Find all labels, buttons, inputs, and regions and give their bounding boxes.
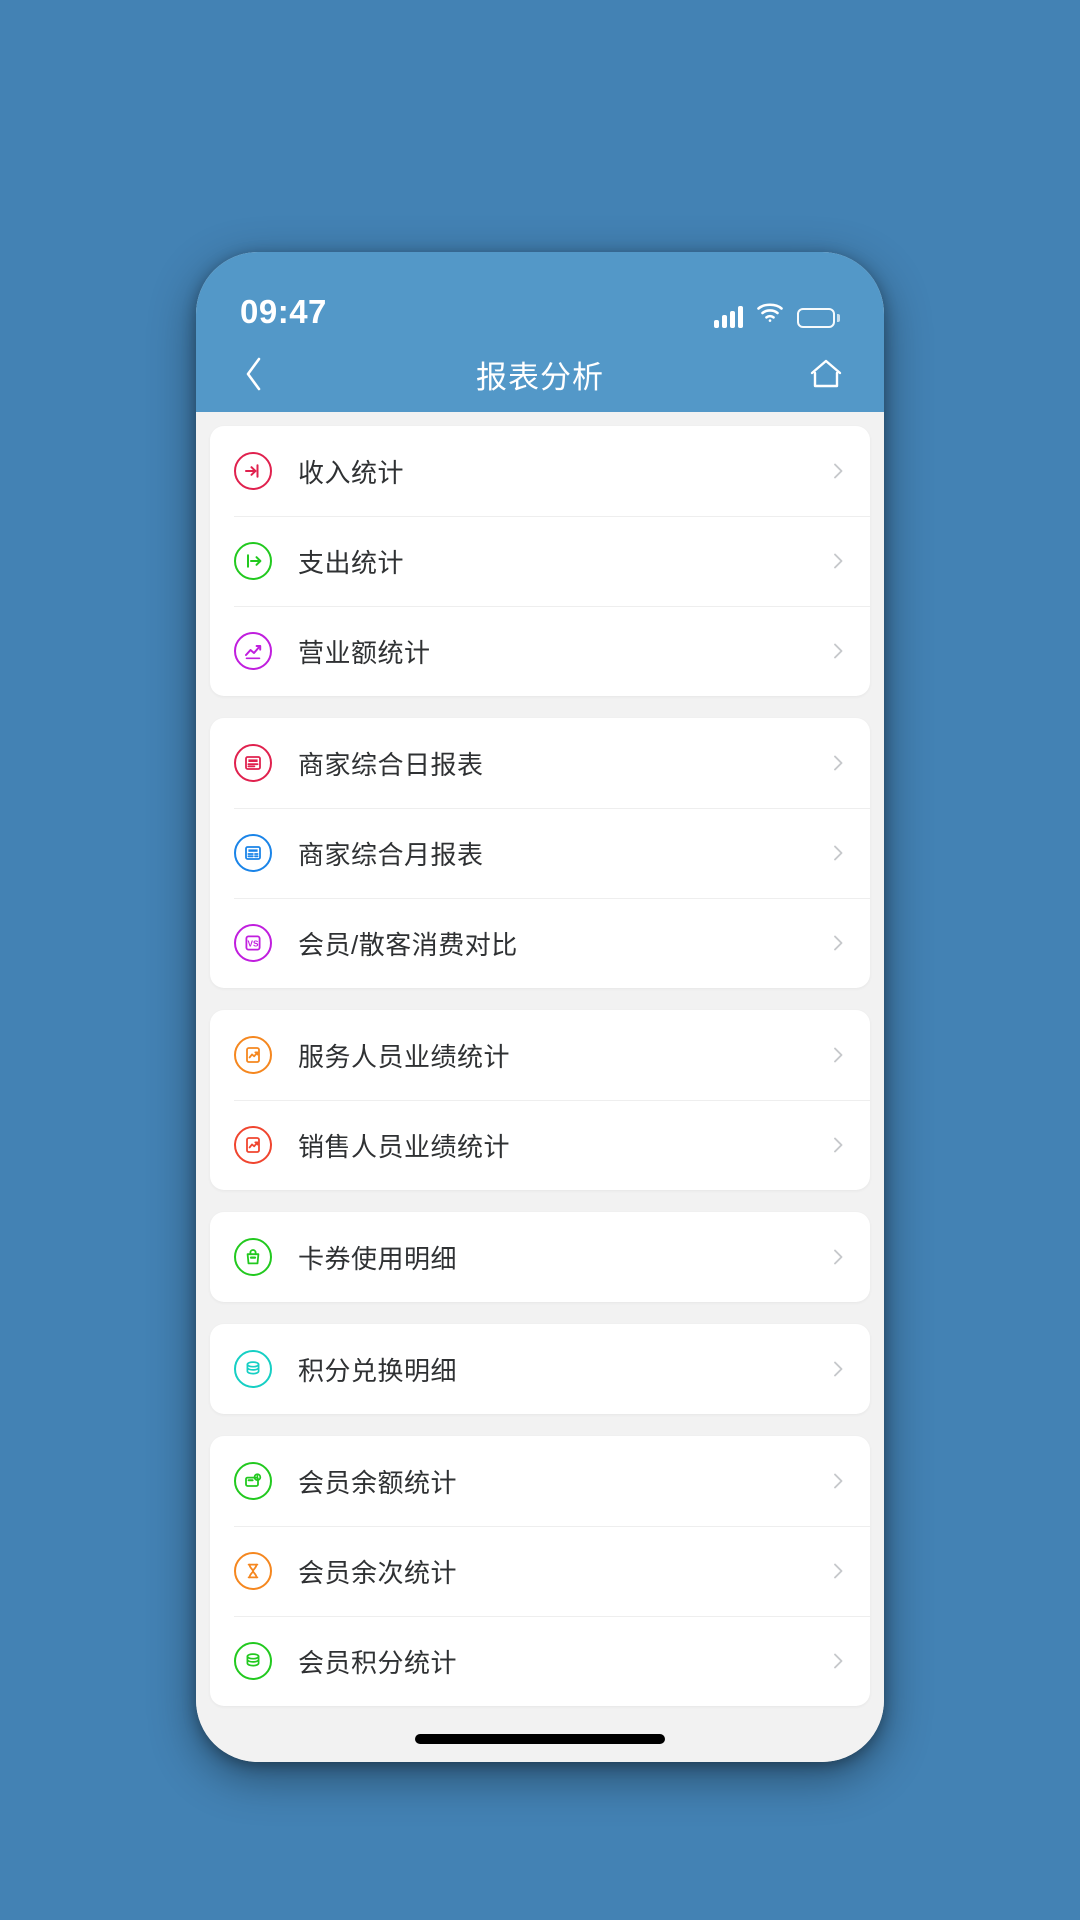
report-card-group: 商家综合日报表 商家综合月报表 VS 会员/散客消费对比 [210, 718, 870, 988]
report-list-item[interactable]: 销售人员业绩统计 [210, 1100, 870, 1190]
member-points-coins-icon [234, 1642, 272, 1680]
member-times-hourglass-icon [234, 1552, 272, 1590]
report-list-item[interactable]: 营业额统计 [210, 606, 870, 696]
report-list-item-label: 销售人员业绩统计 [298, 1131, 511, 1162]
chevron-right-icon [828, 461, 848, 481]
chevron-right-icon [828, 1471, 848, 1491]
chevron-right-icon [828, 551, 848, 571]
report-list-item-label: 营业额统计 [298, 637, 431, 668]
chevron-right-icon [828, 1247, 848, 1267]
report-list-item-label: 会员余次统计 [298, 1557, 458, 1588]
signal-bars-icon [714, 306, 743, 328]
home-button[interactable] [802, 350, 850, 398]
coupon-bag-icon [234, 1238, 272, 1276]
report-list-item-label: 服务人员业绩统计 [298, 1041, 511, 1072]
chevron-right-icon [828, 1045, 848, 1065]
vs-compare-icon: VS [234, 924, 272, 962]
report-list-item[interactable]: 卡券使用明细 [210, 1212, 870, 1302]
monthly-report-icon [234, 834, 272, 872]
report-card-group: 服务人员业绩统计 销售人员业绩统计 [210, 1010, 870, 1190]
phone-frame: 09:47 报表分析 收入统计 支出统计 营业额统计 商家综合日报表 商家综合月… [196, 252, 884, 1762]
member-balance-wallet-icon [234, 1462, 272, 1500]
report-card-group: 收入统计支出统计营业额统计 [210, 426, 870, 696]
service-performance-icon [234, 1036, 272, 1074]
report-list-item[interactable]: 会员积分统计 [210, 1616, 870, 1706]
nav-bar: 报表分析 [196, 336, 884, 412]
report-list-item-label: 会员/散客消费对比 [298, 929, 518, 960]
income-arrow-in-icon [234, 452, 272, 490]
report-list[interactable]: 收入统计 支出统计 营业额统计 商家综合日报表 商家综合月报表 VS 会员/散客消费对比 服务… [196, 412, 884, 1762]
sales-performance-icon [234, 1126, 272, 1164]
chevron-right-icon [828, 1651, 848, 1671]
chevron-left-icon [246, 357, 261, 391]
report-list-item[interactable]: 商家综合日报表 [210, 718, 870, 808]
chevron-right-icon [828, 1135, 848, 1155]
chevron-right-icon [828, 933, 848, 953]
report-list-item[interactable]: 会员余额统计 [210, 1436, 870, 1526]
report-list-item-label: 收入统计 [298, 457, 405, 488]
chevron-right-icon [828, 1359, 848, 1379]
back-button[interactable] [230, 350, 278, 398]
report-list-item[interactable]: 积分兑换明细 [210, 1324, 870, 1414]
turnover-chart-icon [234, 632, 272, 670]
report-list-item-label: 会员余额统计 [298, 1467, 458, 1498]
home-icon [810, 359, 842, 388]
status-icons [714, 301, 840, 328]
report-list-item[interactable]: 会员余次统计 [210, 1526, 870, 1616]
report-card-group: 会员余额统计 会员余次统计 会员积分统计 [210, 1436, 870, 1706]
report-list-item[interactable]: 服务人员业绩统计 [210, 1010, 870, 1100]
page-title: 报表分析 [476, 359, 604, 395]
battery-icon [797, 308, 840, 328]
status-bar: 09:47 [196, 252, 884, 336]
report-list-item-label: 支出统计 [298, 547, 405, 578]
daily-report-icon [234, 744, 272, 782]
report-list-item-label: 卡券使用明细 [298, 1243, 458, 1274]
report-card-group: 卡券使用明细 [210, 1212, 870, 1302]
report-list-item[interactable]: 收入统计 [210, 426, 870, 516]
report-list-item[interactable]: 支出统计 [210, 516, 870, 606]
chevron-right-icon [828, 753, 848, 773]
report-list-item-label: 会员积分统计 [298, 1647, 458, 1678]
wifi-icon [756, 301, 784, 328]
report-list-item-label: 积分兑换明细 [298, 1355, 458, 1386]
report-list-item[interactable]: 商家综合月报表 [210, 808, 870, 898]
chevron-right-icon [828, 1561, 848, 1581]
svg-text:VS: VS [248, 939, 259, 948]
chevron-right-icon [828, 641, 848, 661]
status-time: 09:47 [240, 293, 327, 330]
points-coins-icon [234, 1350, 272, 1388]
expense-arrow-out-icon [234, 542, 272, 580]
report-list-item-label: 商家综合月报表 [298, 839, 484, 870]
report-list-item-label: 商家综合日报表 [298, 749, 484, 780]
report-card-group: 积分兑换明细 [210, 1324, 870, 1414]
chevron-right-icon [828, 843, 848, 863]
home-indicator-bar [415, 1734, 665, 1744]
report-list-item[interactable]: VS 会员/散客消费对比 [210, 898, 870, 988]
